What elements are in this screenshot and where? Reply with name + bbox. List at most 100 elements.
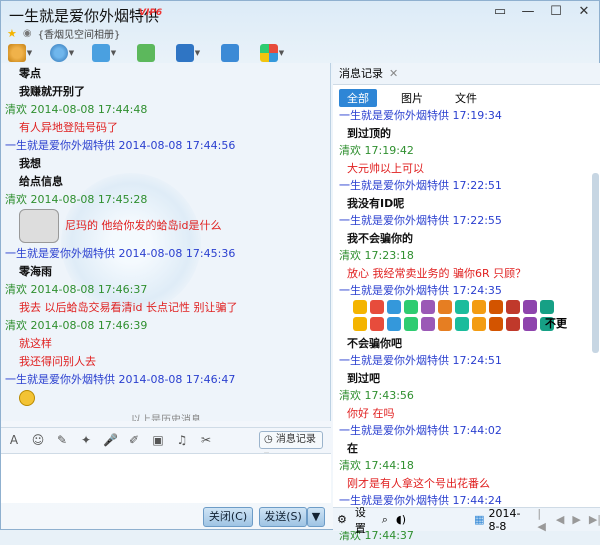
message-text: 零点	[19, 67, 41, 80]
edit-icon[interactable]: ✐	[127, 433, 141, 447]
close-button[interactable]: 关闭(C)	[203, 507, 253, 527]
history-panel: 消息记录 ✕ 全部 图片 文件 一生就是爱你外烟特供 17:19:34 到过顶的清欢…	[333, 63, 600, 542]
gear-icon[interactable]: ⚙	[337, 513, 347, 526]
music-icon[interactable]: ♫	[175, 433, 189, 447]
settings-label[interactable]: 设置	[355, 504, 374, 536]
search-icon[interactable]: ⌕	[382, 513, 388, 527]
vip-badge: VIP6	[139, 8, 163, 18]
message-header-other: 清欢 2014-08-08 17:46:39	[5, 319, 148, 332]
history-text: 我不会骗你的	[347, 231, 413, 245]
emoji-icon	[353, 317, 367, 331]
screen-share-button[interactable]: ▼	[173, 42, 203, 64]
history-message: 大元帅以上可以	[339, 160, 589, 178]
chat-window: 一生就是爱你外烟特供 VIP6 ▭ — ☐ ✕ ★ ◉ {香烟见空间相册} ▼ …	[0, 0, 600, 542]
message-input[interactable]	[1, 453, 331, 503]
emoji-icon[interactable]: ☺	[31, 433, 45, 447]
filter-images[interactable]: 图片	[393, 89, 431, 107]
message-text: 我想	[19, 157, 41, 170]
close-window-button[interactable]: ✕	[571, 3, 597, 21]
history-scrollbar[interactable]	[592, 173, 599, 353]
emoji-icon	[404, 299, 418, 314]
history-message: 在	[339, 440, 589, 458]
chat-scrollbar[interactable]	[322, 67, 328, 415]
history-tab[interactable]: 消息记录 ✕	[333, 63, 600, 85]
history-header-self: 一生就是爱你外烟特供 17:22:51	[339, 179, 502, 192]
chat-area[interactable]: 零点 我赚就开别了 清欢 2014-08-08 17:44:48 有人异地登陆号码了一…	[1, 63, 331, 421]
emoji-icon	[540, 299, 554, 314]
history-message: 到过顶的	[339, 125, 589, 143]
history-message: 我不会骗你的	[339, 230, 589, 248]
history-message: 你好 在吗	[339, 405, 589, 423]
message-header-self: 一生就是爱你外烟特供 2014-08-08 17:46:47	[5, 373, 236, 386]
emoji-icon	[455, 299, 469, 314]
emoji-icon	[387, 317, 401, 331]
emoji-icon	[421, 299, 435, 314]
speaker-icon[interactable]: ◖)	[396, 513, 406, 526]
calendar-icon: ▦	[474, 513, 485, 526]
history-text: 刚才是有人拿这个号出花番么	[347, 476, 490, 490]
emoji-icon	[387, 299, 401, 314]
history-text: 到过顶的	[347, 126, 391, 140]
history-header-self: 一生就是爱你外烟特供 17:19:34	[339, 109, 502, 122]
prev-page-icon[interactable]: ◀	[556, 513, 564, 526]
emoji-icon	[506, 317, 520, 331]
voice-call-button[interactable]: ▼	[5, 42, 35, 64]
history-divider: 以上是历史消息	[131, 415, 201, 421]
smiley-icon	[19, 390, 35, 406]
folder-icon	[91, 44, 110, 62]
next-page-icon[interactable]: ▶	[572, 513, 580, 526]
sticker-image	[19, 209, 59, 243]
emoji-icon	[455, 317, 469, 331]
date-picker[interactable]: ▦ 2014-8-8	[474, 507, 529, 533]
message-record-label: 消息记录	[275, 434, 316, 445]
mic-icon[interactable]: 🎤	[103, 433, 118, 447]
history-bottom-bar: ⚙ 设置 ⌕ ◖) ▦ 2014-8-8 |◀ ◀ ▶ ▶|	[333, 506, 600, 535]
emoji-icon	[472, 299, 486, 314]
history-header-self: 一生就是爱你外烟特供 17:24:35	[339, 284, 502, 297]
remote-desktop-button[interactable]	[215, 42, 245, 64]
emoji-icon	[523, 299, 537, 314]
side-text: 不更	[545, 317, 567, 330]
scissors-icon[interactable]: ✂	[199, 433, 213, 447]
send-button[interactable]: 发送(S)	[259, 507, 307, 527]
video-icon	[49, 44, 68, 62]
message-text: 就这样	[19, 337, 52, 350]
message-text: 零海雨	[19, 265, 52, 278]
space-link[interactable]: {香烟见空间相册}	[38, 26, 121, 41]
message-with-sticker: 尼玛的 他给你发的蛤岛id是什么	[5, 209, 327, 245]
magic-icon[interactable]: ✎	[55, 433, 69, 447]
video-call-button[interactable]: ▼	[47, 42, 77, 64]
filter-files[interactable]: 文件	[447, 89, 485, 107]
message-text: 给点信息	[19, 175, 63, 188]
history-text: 大元帅以上可以	[347, 161, 424, 175]
create-group-button[interactable]	[131, 42, 161, 64]
font-icon[interactable]: A	[7, 433, 21, 447]
close-tab-icon[interactable]: ✕	[389, 67, 398, 80]
emoji-icon	[421, 317, 435, 331]
history-text: 你好 在吗	[347, 406, 395, 420]
emoji-icon	[353, 299, 367, 314]
last-page-icon[interactable]: ▶|	[589, 513, 600, 526]
remote-desktop-icon	[221, 44, 239, 62]
emoji-icon	[438, 317, 452, 331]
skin-button[interactable]: ▭	[487, 3, 513, 21]
send-options-button[interactable]: ▼	[307, 507, 325, 527]
message-text: 我还得问别人去	[19, 355, 96, 368]
message-text: 我赚就开别了	[19, 85, 85, 98]
emoji-icon	[472, 317, 486, 331]
history-header-other: 清欢 17:19:42	[339, 144, 414, 157]
first-page-icon[interactable]: |◀	[537, 507, 547, 533]
minimize-button[interactable]: —	[515, 3, 541, 21]
apps-icon	[259, 44, 278, 62]
filter-all[interactable]: 全部	[339, 89, 377, 107]
message-record-button[interactable]: ◷ 消息记录 ▾	[259, 431, 323, 461]
image-icon[interactable]: ▣	[151, 433, 165, 447]
main-toolbar: ▼ ▼ ▼ ▼ ▼	[5, 41, 287, 65]
history-message: 到过吧	[339, 370, 589, 388]
history-header-self: 一生就是爱你外烟特供 17:44:02	[339, 424, 502, 437]
shake-icon[interactable]: ✦	[79, 433, 93, 447]
apps-button[interactable]: ▼	[257, 42, 287, 64]
file-transfer-button[interactable]: ▼	[89, 42, 119, 64]
maximize-button[interactable]: ☐	[543, 3, 569, 21]
emoji-icon	[404, 317, 418, 331]
